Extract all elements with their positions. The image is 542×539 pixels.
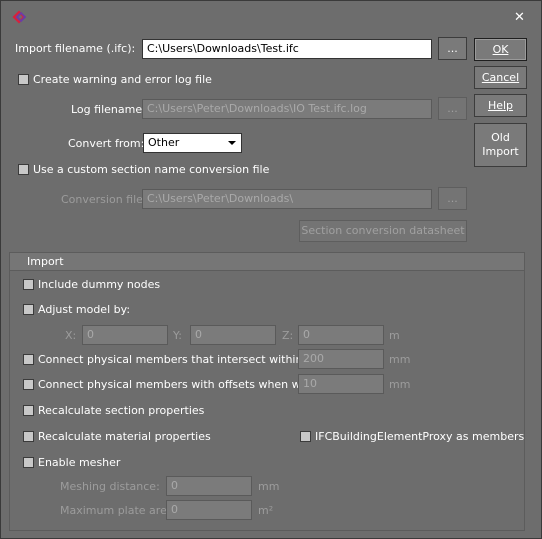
conversion-file-label: Conversion file: xyxy=(61,193,147,206)
connect-intersect-unit: mm xyxy=(389,353,411,366)
ok-button-label: OK xyxy=(492,42,509,56)
y-label: Y: xyxy=(173,329,182,342)
section-datasheet-button[interactable]: Section conversion datasheet xyxy=(299,220,467,242)
meshing-distance-field[interactable]: 0 xyxy=(166,476,252,496)
import-group-header: Import xyxy=(10,253,524,271)
convert-from-select[interactable]: Other xyxy=(143,133,242,153)
adjust-model-checkbox[interactable] xyxy=(23,304,34,315)
meshing-distance-unit: mm xyxy=(258,480,280,493)
old-import-line1: Old xyxy=(491,131,510,144)
y-offset-field[interactable]: 0 xyxy=(190,325,276,345)
convert-from-label: Convert from: xyxy=(68,137,145,150)
log-filename-label: Log filename: xyxy=(71,103,146,116)
recalc-section-label: Recalculate section properties xyxy=(38,404,205,417)
recalc-material-label: Recalculate material properties xyxy=(38,430,211,443)
connect-offsets-label: Connect physical members with offsets wh… xyxy=(38,378,326,391)
recalc-material-checkbox[interactable] xyxy=(23,431,34,442)
meshing-distance-label: Meshing distance: xyxy=(60,480,160,493)
import-filename-field[interactable]: C:\Users\Downloads\Test.ifc xyxy=(142,39,432,59)
help-button-label: Help xyxy=(487,98,514,112)
connect-intersect-field[interactable]: 200 xyxy=(298,349,384,369)
z-offset-field[interactable]: 0 xyxy=(298,325,384,345)
help-button[interactable]: Help xyxy=(474,94,527,117)
convert-from-value: Other xyxy=(148,136,180,149)
z-label: Z: xyxy=(282,329,294,342)
enable-mesher-label: Enable mesher xyxy=(38,456,121,469)
close-icon[interactable]: ✕ xyxy=(514,11,525,24)
connect-intersect-label: Connect physical members that intersect … xyxy=(38,353,303,366)
ifc-proxy-label: IFCBuildingElementProxy as members xyxy=(315,430,525,443)
custom-section-label: Use a custom section name conversion fil… xyxy=(33,163,270,176)
ifc-proxy-checkbox[interactable] xyxy=(300,431,311,442)
recalc-section-checkbox[interactable] xyxy=(23,405,34,416)
max-plate-area-unit: m² xyxy=(258,504,274,517)
connect-offsets-field[interactable]: 10 xyxy=(298,374,384,394)
import-filename-label: Import filename (.ifc): xyxy=(15,42,136,55)
log-filename-field[interactable]: C:\Users\Peter\Downloads\IO Test.ifc.log xyxy=(142,99,432,119)
x-offset-field[interactable]: 0 xyxy=(82,325,168,345)
custom-section-checkbox[interactable] xyxy=(18,164,29,175)
cancel-button[interactable]: Cancel xyxy=(474,66,527,89)
connect-offsets-checkbox[interactable] xyxy=(23,379,34,390)
import-group-title: Import xyxy=(27,255,64,268)
connect-intersect-checkbox[interactable] xyxy=(23,354,34,365)
max-plate-area-field[interactable]: 0 xyxy=(166,500,252,520)
create-log-label: Create warning and error log file xyxy=(33,73,212,86)
import-browse-button[interactable]: ... xyxy=(438,37,467,60)
old-import-button[interactable]: Old Import xyxy=(474,123,527,167)
conversion-browse-button[interactable]: ... xyxy=(438,187,467,210)
max-plate-area-label: Maximum plate area: xyxy=(60,504,178,517)
xyz-unit: m xyxy=(389,329,400,342)
include-dummy-label: Include dummy nodes xyxy=(38,278,161,291)
enable-mesher-checkbox[interactable] xyxy=(23,457,34,468)
conversion-file-field[interactable]: C:\Users\Peter\Downloads\ xyxy=(142,189,432,209)
ok-button[interactable]: OK xyxy=(474,38,527,61)
ifc-import-dialog: ✕ Import filename (.ifc): C:\Users\Downl… xyxy=(0,0,542,539)
old-import-line2: Import xyxy=(482,145,519,158)
chevron-down-icon xyxy=(228,141,236,145)
adjust-model-label: Adjust model by: xyxy=(38,303,131,316)
connect-offsets-unit: mm xyxy=(389,378,411,391)
log-browse-button[interactable]: ... xyxy=(438,97,467,120)
create-log-checkbox[interactable] xyxy=(18,74,29,85)
cancel-button-label: Cancel xyxy=(481,70,520,84)
include-dummy-checkbox[interactable] xyxy=(23,279,34,290)
app-logo-icon xyxy=(12,10,27,24)
x-label: X: xyxy=(65,329,77,342)
